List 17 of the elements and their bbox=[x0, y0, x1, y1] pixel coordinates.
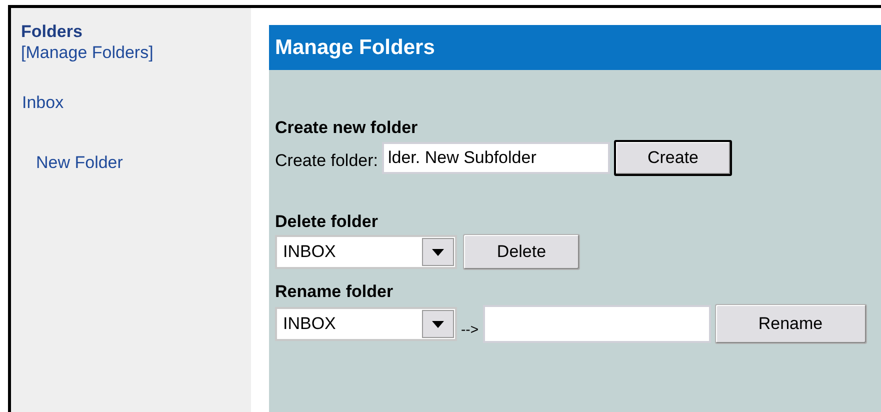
folder-dropdown[interactable]: INBOX bbox=[275, 235, 457, 269]
folder-dropdown[interactable]: INBOX bbox=[275, 307, 457, 341]
sidebar-title: Folders bbox=[21, 22, 82, 42]
panel-header: Manage Folders bbox=[269, 25, 881, 70]
new-name-field[interactable] bbox=[482, 305, 710, 343]
section-heading: Rename folder bbox=[275, 282, 394, 302]
button[interactable]: Rename bbox=[714, 304, 866, 344]
folder-link[interactable]: New Folder bbox=[36, 152, 123, 174]
button[interactable]: Delete bbox=[463, 234, 580, 270]
manage-folders-link[interactable]: [Manage Folders] bbox=[21, 42, 154, 64]
folder-link[interactable]: Inbox bbox=[22, 92, 64, 114]
field-label: Create folder: bbox=[275, 150, 378, 172]
section-heading: Create new folder bbox=[275, 118, 419, 138]
button[interactable]: Create bbox=[614, 140, 732, 176]
arrow-text: --> bbox=[461, 320, 478, 338]
create-folder-field[interactable]: lder. New Subfolder bbox=[382, 142, 610, 174]
section-heading: Delete folder bbox=[275, 212, 379, 232]
